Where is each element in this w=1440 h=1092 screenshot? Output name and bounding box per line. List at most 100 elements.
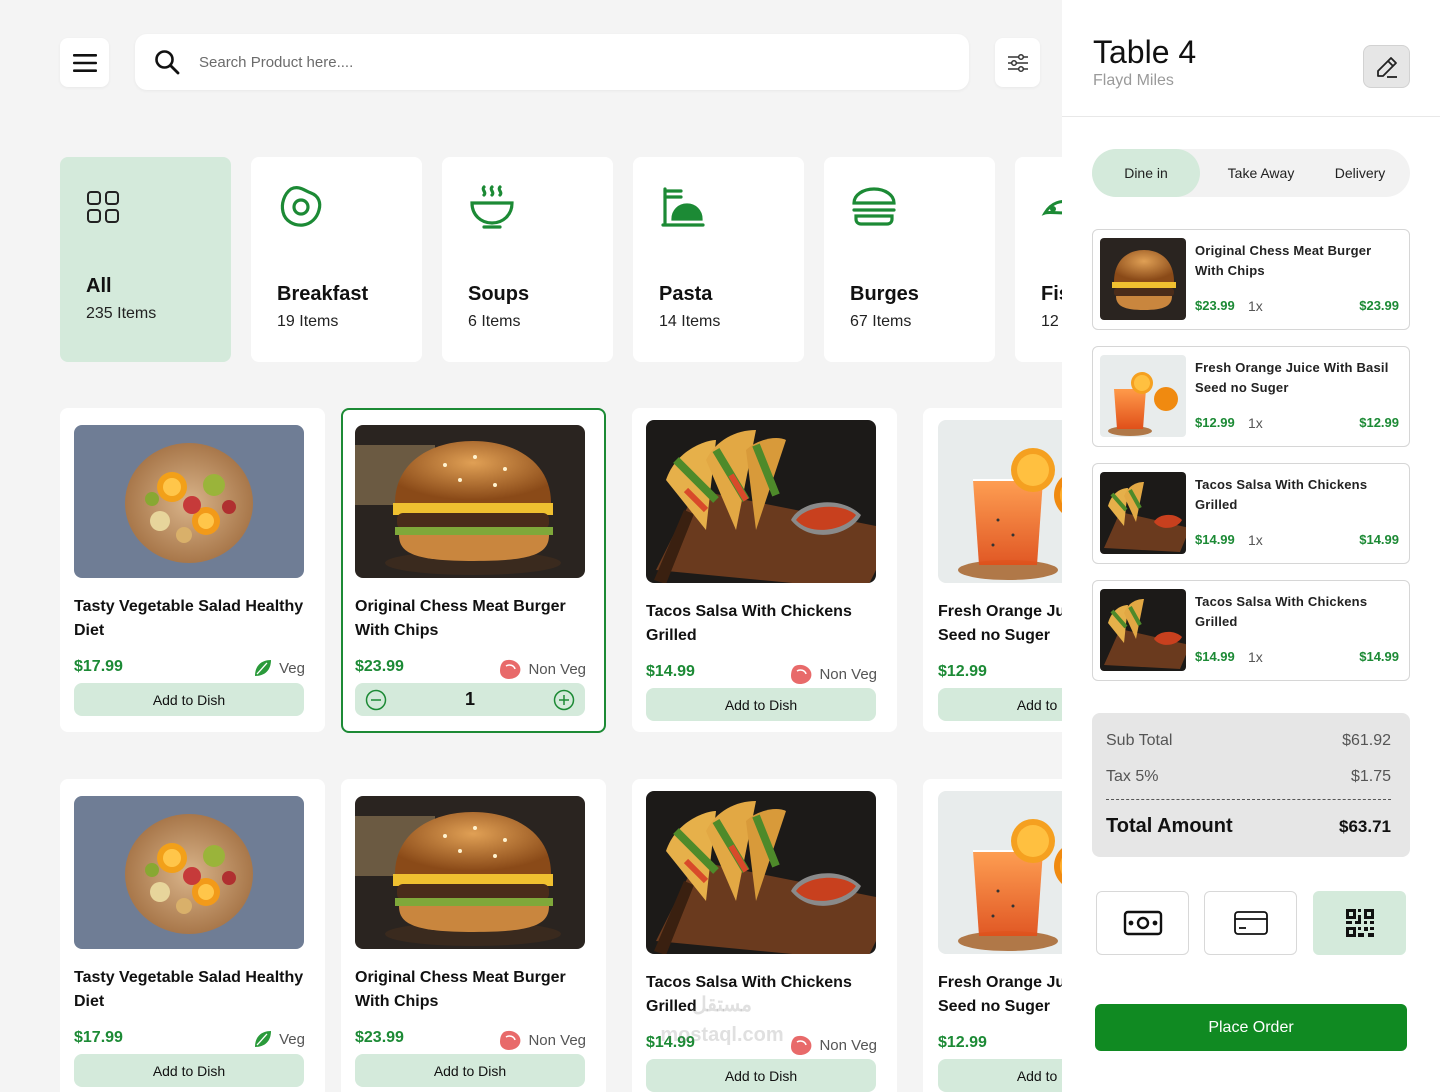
order-item-total: $14.99 [1359, 649, 1399, 664]
payment-cash-button[interactable] [1096, 891, 1189, 955]
product-type-label: Non Veg [819, 1036, 877, 1054]
payment-card-button[interactable] [1204, 891, 1297, 955]
order-item-qty: 1x [1248, 298, 1263, 314]
product-card[interactable]: Fresh Orange Juice With Basil Seed no Su… [923, 779, 1062, 1092]
add-to-dish-button[interactable]: Add to Dish [74, 683, 304, 716]
search-input[interactable] [199, 53, 899, 71]
product-title: Original Chess Meat Burger With Chips [355, 969, 566, 1010]
plus-circle-icon[interactable] [553, 689, 575, 711]
product-type-label: Veg [279, 659, 305, 677]
add-to-dish-button[interactable]: Add to Dish [74, 1054, 304, 1087]
category-count: 235 Items [86, 305, 157, 322]
product-type: Non Veg [498, 1029, 586, 1051]
category-name: All [86, 275, 112, 297]
product-type-label: Veg [279, 1030, 305, 1048]
burger-icon [850, 183, 969, 231]
category-fish[interactable]: Fish 12 Items [1015, 157, 1062, 362]
order-item-price: $14.99 [1195, 532, 1235, 547]
add-to-dish-button[interactable]: Add to Dish [938, 1059, 1062, 1092]
minus-circle-icon[interactable] [365, 689, 387, 711]
tax-row: Tax 5% $1.75 [1106, 768, 1391, 786]
total-row: Total Amount $63.71 [1106, 815, 1391, 838]
order-item-name: Fresh Orange Juice With Basil Seed no Su… [1195, 360, 1389, 395]
category-count: 6 Items [468, 313, 521, 330]
order-item[interactable]: Fresh Orange Juice With Basil Seed no Su… [1092, 346, 1410, 447]
product-price: $23.99 [355, 1029, 404, 1046]
category-soups[interactable]: Soups 6 Items [442, 157, 613, 362]
category-name: Pasta [659, 283, 713, 305]
grid-icon [86, 183, 205, 231]
edit-order-button[interactable] [1363, 45, 1410, 88]
order-item-qty: 1x [1248, 649, 1263, 665]
pasta-icon [659, 183, 778, 231]
product-image-tacos [646, 791, 876, 954]
product-title: Tacos Salsa With Chickens Grilled [646, 603, 852, 644]
mode-take-away[interactable]: Take Away [1205, 149, 1317, 197]
category-count: 67 Items [850, 313, 912, 330]
filter-button[interactable] [995, 38, 1040, 87]
order-item-image-juice [1100, 355, 1186, 437]
category-list: All 235 Items Breakfast 19 Items Soups 6… [60, 157, 1062, 367]
category-pasta[interactable]: Pasta 14 Items [633, 157, 804, 362]
order-item[interactable]: Tacos Salsa With Chickens Grilled $14.99… [1092, 463, 1410, 564]
summary-divider [1106, 799, 1391, 800]
product-card[interactable]: Tasty Vegetable Salad Healthy Diet $17.9… [60, 408, 325, 732]
leaf-icon [255, 660, 272, 676]
tax-value: $1.75 [1350, 768, 1391, 785]
total-label: Total Amount [1106, 815, 1233, 837]
search-bar [135, 34, 969, 90]
product-image-juice [938, 791, 1062, 954]
product-card[interactable]: Tasty Vegetable Salad Healthy Diet $17.9… [60, 779, 325, 1092]
product-image-juice [938, 420, 1062, 583]
order-mode-toggle: Dine in Take Away Delivery [1092, 149, 1410, 197]
product-card-selected[interactable]: Original Chess Meat Burger With Chips $2… [341, 408, 606, 733]
card-icon [1233, 911, 1268, 935]
product-card[interactable]: Tacos Salsa With Chickens Grilled $14.99… [632, 408, 897, 732]
search-icon[interactable] [135, 49, 199, 75]
payment-qr-button[interactable] [1313, 891, 1406, 955]
mode-dine-in[interactable]: Dine in [1092, 149, 1200, 197]
product-type: Veg [253, 658, 305, 678]
product-type: Veg [253, 1029, 305, 1049]
order-item[interactable]: Original Chess Meat Burger With Chips $2… [1092, 229, 1410, 330]
category-name: Breakfast [277, 283, 369, 305]
order-item-price: $23.99 [1195, 298, 1235, 313]
category-count: 12 Items [1041, 313, 1062, 330]
product-image-salad [74, 425, 304, 578]
panel-divider [1062, 116, 1440, 117]
mode-delivery[interactable]: Delivery [1317, 149, 1403, 197]
category-count: 14 Items [659, 313, 721, 330]
product-grid: Tasty Vegetable Salad Healthy Diet $17.9… [60, 407, 1062, 1092]
pencil-icon [1376, 56, 1397, 78]
add-to-dish-button[interactable]: Add to Dish [938, 688, 1062, 721]
category-burgers[interactable]: Burges 67 Items [824, 157, 995, 362]
order-item-image-tacos [1100, 472, 1186, 554]
category-breakfast[interactable]: Breakfast 19 Items [251, 157, 422, 362]
subtotal-label: Sub Total [1106, 732, 1173, 749]
product-type-label: Non Veg [528, 1031, 586, 1049]
product-price: $17.99 [74, 1029, 123, 1046]
menu-button[interactable] [60, 38, 109, 87]
product-image-tacos [646, 420, 876, 583]
customer-name: Flayd Miles [1093, 72, 1174, 89]
product-price: $14.99 [646, 663, 695, 680]
cash-icon [1123, 910, 1162, 936]
product-card[interactable]: Original Chess Meat Burger With Chips $2… [341, 779, 606, 1092]
order-item[interactable]: Tacos Salsa With Chickens Grilled $14.99… [1092, 580, 1410, 681]
category-all[interactable]: All 235 Items [60, 157, 231, 362]
order-item-qty: 1x [1248, 415, 1263, 431]
tax-label: Tax 5% [1106, 768, 1159, 785]
category-name: Soups [468, 283, 530, 305]
leaf-icon [255, 1031, 272, 1047]
add-to-dish-button[interactable]: Add to Dish [646, 688, 876, 721]
order-item-price: $12.99 [1195, 415, 1235, 430]
meat-icon [500, 659, 521, 679]
add-to-dish-button[interactable]: Add to Dish [355, 1054, 585, 1087]
quantity-value: 1 [464, 689, 475, 709]
add-to-dish-button[interactable]: Add to Dish [646, 1059, 876, 1092]
product-card[interactable]: Fresh Orange Juice With Basil Seed no Su… [923, 408, 1062, 732]
table-title: Table 4 [1093, 34, 1197, 70]
order-item-total: $14.99 [1359, 532, 1399, 547]
product-image-salad [74, 796, 304, 949]
place-order-button[interactable]: Place Order [1095, 1004, 1407, 1051]
